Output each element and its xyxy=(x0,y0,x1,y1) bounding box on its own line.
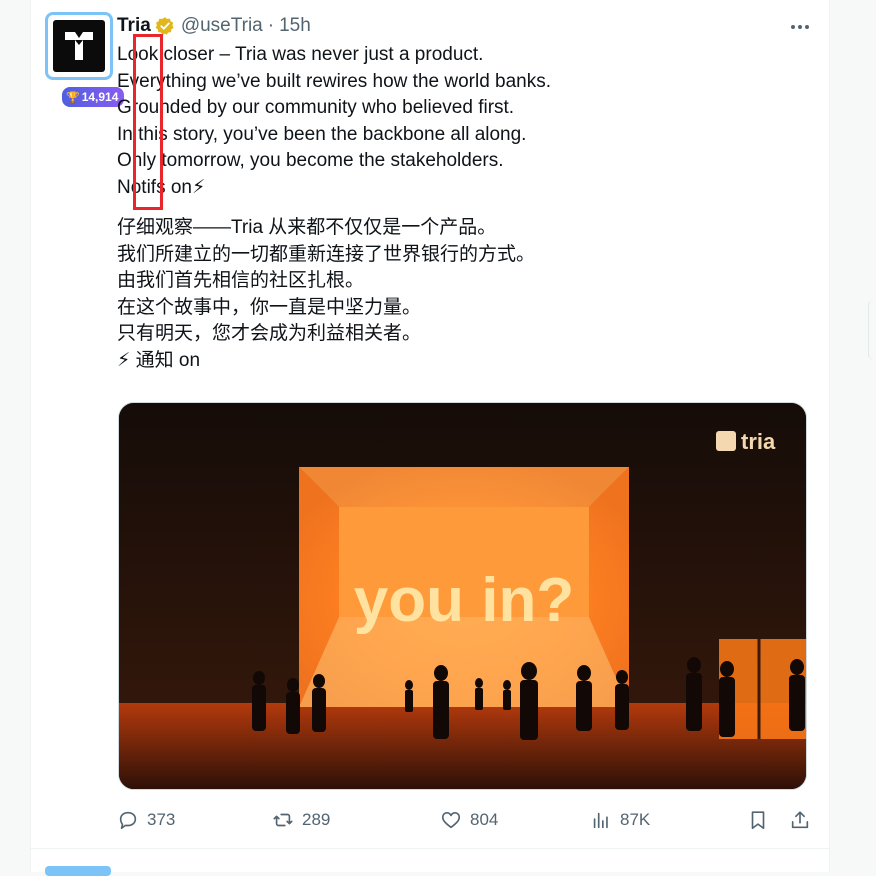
verified-badge-icon xyxy=(155,17,174,35)
text-line-zh: 我们所建立的一切都重新连接了世界银行的方式。 xyxy=(117,243,536,265)
text-line: Look closer – Tria was never just a prod… xyxy=(117,44,484,65)
avatar[interactable]: 🏆 14,914 xyxy=(45,12,127,109)
timeline-column: 🏆 14,914 Tria @useTria · 15h Look closer… xyxy=(30,0,830,876)
tweet-text: Look closer – Tria was never just a prod… xyxy=(117,42,807,374)
tweet-media-image[interactable]: tria you in? xyxy=(118,402,807,790)
text-line: In this story, you’ve been the backbone … xyxy=(117,123,527,145)
annotation-highlight-box xyxy=(133,34,163,210)
text-line-zh: 由我们首先相信的社区扎根。 xyxy=(117,270,365,291)
tweet-card[interactable]: 🏆 14,914 Tria @useTria · 15h Look closer… xyxy=(31,0,829,849)
views-chart-icon xyxy=(593,812,608,829)
more-horizontal-icon xyxy=(791,25,809,29)
media-artwork: tria you in? xyxy=(119,403,806,789)
tweet-actions: 373 289 804 87K xyxy=(117,806,811,834)
repost-icon xyxy=(273,813,293,827)
reply-count: 373 xyxy=(147,810,176,829)
brand-label: tria xyxy=(741,429,776,454)
tria-logo-icon xyxy=(65,32,93,60)
text-line: Everything we’ve built rewires how the w… xyxy=(117,70,552,92)
reply-icon xyxy=(119,811,137,830)
score-value: 14,914 xyxy=(81,90,119,104)
next-tweet-avatar[interactable] xyxy=(45,866,111,876)
text-line: Grounded by our community who believed f… xyxy=(117,97,515,118)
share-icon xyxy=(791,811,809,829)
text-line: Only tomorrow, you become the stakeholde… xyxy=(117,150,504,171)
brand-mark-icon xyxy=(716,431,736,451)
views-count: 87K xyxy=(620,810,651,829)
timestamp[interactable]: 15h xyxy=(279,15,311,37)
trophy-icon: 🏆 xyxy=(66,91,80,104)
repost-count: 289 xyxy=(302,810,331,829)
text-line-zh: 在这个故事中，你一直是中坚力量。 xyxy=(117,296,422,318)
bookmark-button[interactable] xyxy=(747,809,789,831)
views-button[interactable]: 87K xyxy=(590,809,747,831)
text-line: Notifs on⚡ xyxy=(117,176,206,198)
text-line-zh: ⚡ 通知 on xyxy=(117,349,201,371)
tria-logo xyxy=(53,20,105,72)
author-handle[interactable]: @useTria xyxy=(181,15,263,37)
like-button[interactable]: 804 xyxy=(440,809,590,831)
reply-button[interactable]: 373 xyxy=(117,809,272,831)
more-options-button[interactable] xyxy=(789,16,811,44)
text-line-zh: 只有明天，您才会成为利益相关者。 xyxy=(117,323,422,344)
share-button[interactable] xyxy=(789,809,811,831)
repost-button[interactable]: 289 xyxy=(272,809,440,831)
sidebar-edge xyxy=(868,300,876,360)
separator-dot: · xyxy=(267,15,275,36)
heart-icon xyxy=(441,812,461,829)
bookmark-icon xyxy=(751,811,765,830)
media-headline: you in? xyxy=(354,566,574,635)
text-line-zh: 仔细观察——Tria 从来都不仅仅是一个产品。 xyxy=(117,217,497,238)
like-count: 804 xyxy=(470,810,499,829)
